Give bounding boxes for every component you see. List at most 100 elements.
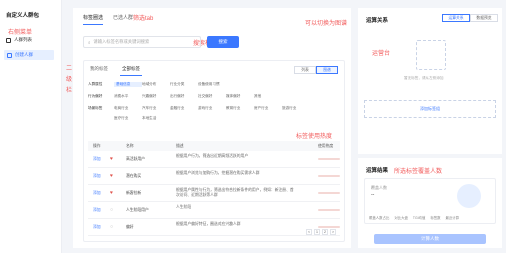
filter-option[interactable]: 游戏行业 xyxy=(198,106,226,111)
app-root: 自定义人群包 右侧菜单 人群列表 创建人群 二级栏 标签圈选 已选人群 筛选ta… xyxy=(0,0,506,253)
tab-my-crowd[interactable]: 已选人群 xyxy=(113,14,133,25)
operation-title: 运算关系 xyxy=(366,18,389,24)
add-link[interactable]: 添加 xyxy=(93,157,101,162)
row-desc: 根据用户浏览与加购行为，挖掘潜在购买需求人群 xyxy=(176,171,260,175)
view-list-button[interactable]: 列表 xyxy=(294,66,316,74)
row-name: 新客拉新 xyxy=(126,191,142,195)
search-button[interactable]: 搜索 xyxy=(207,36,239,48)
row-name: 人生阶段用户 xyxy=(126,208,149,212)
sidebar: 自定义人群包 右侧菜单 人群列表 创建人群 xyxy=(0,0,62,253)
top-tabs: 标签圈选 已选人群 xyxy=(83,14,133,25)
filter-option[interactable]: 汽车行业 xyxy=(142,106,170,111)
add-link[interactable]: 添加 xyxy=(93,174,101,179)
filter-option[interactable]: 本地生活 xyxy=(142,116,170,121)
operation-panel: 运算关系 运算关系 数据预览 运营台 暂无标签，请从左侧添加 添加标签组 xyxy=(358,8,502,154)
search-input[interactable]: ⌕ 请输入标签名称或关键词搜索 xyxy=(83,36,201,48)
filter-row-scene: 场景标签 电商行业 汽车行业 金融行业 游戏行业 教育行业 房产行业 旅游行业 … xyxy=(88,106,334,121)
tab-my-labels[interactable]: 我的标签 xyxy=(88,66,110,76)
filter-option[interactable]: 出行偏好 xyxy=(170,94,198,99)
annotation-result: 所选标签覆盖人数 xyxy=(394,169,443,175)
usage-bar xyxy=(318,209,340,212)
search-placeholder: 请输入标签名称或关键词搜索 xyxy=(93,39,150,44)
filter-option[interactable]: 基础信息 xyxy=(114,82,142,87)
heart-filled-icon[interactable]: ♥ xyxy=(110,190,113,196)
filter-option[interactable]: 地域分布 xyxy=(142,82,170,87)
tab-label-library[interactable]: 标签圈选 xyxy=(83,14,104,25)
table-row: 添加 ♥ 高活跃用户 根据用户行为，筛选出近期高频活跃的用户 xyxy=(88,151,340,168)
table-row: 添加 ♥ 潜在购买 根据用户浏览与加购行为，挖掘潜在购买需求人群 xyxy=(88,168,340,185)
annotation-sidebar: 右侧菜单 xyxy=(8,30,33,36)
col-usage: 使用热度 xyxy=(318,144,334,148)
card-tabs: 我的标签 全部标签 xyxy=(88,66,142,76)
filter-row-attr: 人群属性 基础信息 地域分布 行业分类 设备使用习惯 xyxy=(88,82,334,87)
view-toggle: 列表 图谱 xyxy=(294,66,338,74)
search-icon: ⌕ xyxy=(88,39,91,45)
empty-illustration-icon xyxy=(416,40,446,70)
add-label-group-button[interactable]: 添加标签组 xyxy=(364,100,496,118)
stat-row: 覆盖人数占比 对比大盘 TGI均值 标签数 最近计算 xyxy=(369,215,459,220)
usage-bar xyxy=(318,158,340,161)
filter-option[interactable]: 其他 xyxy=(254,94,282,99)
heart-filled-icon[interactable]: ♥ xyxy=(110,156,113,162)
calculate-button[interactable]: 计算人数 xyxy=(374,234,486,244)
pager-page[interactable]: 2 xyxy=(322,229,328,235)
operation-tabs: 运算关系 数据预览 xyxy=(442,14,498,22)
filter-option[interactable]: 媒体偏好 xyxy=(226,94,254,99)
filter-option[interactable]: 电商行业 xyxy=(114,106,142,111)
table-row: 添加 ♥ 新客拉新 根据用户属性与行为，筛选出符合拉新条件的用户，例如：新注册、首次访… xyxy=(88,185,340,202)
empty-text: 暂无标签，请从左侧添加 xyxy=(404,76,444,80)
row-desc: 根据用户属性与行为，筛选出符合拉新条件的用户，例如：新注册、首次访问、近期活跃等… xyxy=(176,188,294,197)
row-desc: 根据用户行为，筛选出近期高频活跃的用户 xyxy=(176,154,249,158)
tab-preview[interactable]: 数据预览 xyxy=(470,14,498,22)
filter-option[interactable]: 金融行业 xyxy=(170,106,198,111)
filter-row-behavior: 行为偏好 消费水平 兴趣偏好 出行偏好 社交偏好 媒体偏好 其他 xyxy=(88,94,334,99)
annotation-tab: 筛选tab xyxy=(133,16,154,22)
stat-item: TGI均值 xyxy=(412,216,426,220)
circle-icon[interactable]: ○ xyxy=(110,224,113,230)
stat-item: 标签数 xyxy=(430,216,441,220)
row-desc: 根据用户偏好特征，圈选对应兴趣人群 xyxy=(176,222,241,226)
pager-page[interactable]: 1 xyxy=(314,229,320,235)
stat-item: 最近计算 xyxy=(445,216,460,220)
filter-option[interactable]: 房产行业 xyxy=(254,106,282,111)
row-desc: 人生阶段 xyxy=(176,205,192,209)
stat-item: 覆盖人数占比 xyxy=(369,216,390,220)
tab-all-labels[interactable]: 全部标签 xyxy=(120,66,142,76)
heart-filled-icon[interactable]: ♥ xyxy=(110,173,113,179)
count-label: 覆盖人数 xyxy=(371,185,387,190)
filter-option[interactable]: 行业分类 xyxy=(170,82,198,87)
table-header: 操作 名称 描述 使用热度 xyxy=(88,141,340,151)
annotation-operation: 运营台 xyxy=(372,51,391,57)
annotation-usage: 标签使用热度 xyxy=(296,134,333,140)
filter-option[interactable]: 社交偏好 xyxy=(198,94,226,99)
add-link[interactable]: 添加 xyxy=(93,208,101,213)
row-name: 高活跃用户 xyxy=(126,157,145,161)
sidebar-item-crowd-list[interactable]: 人群列表 xyxy=(6,37,32,43)
filter-option[interactable]: 兴趣偏好 xyxy=(142,94,170,99)
add-link[interactable]: 添加 xyxy=(93,191,101,196)
filter-label: 行为偏好 xyxy=(88,94,103,98)
filter-option[interactable]: 教育行业 xyxy=(226,106,254,111)
filter-option[interactable]: 设备使用习惯 xyxy=(198,82,226,87)
pagination: < 1 2 > xyxy=(306,229,336,235)
tab-operation[interactable]: 运算关系 xyxy=(442,14,470,22)
sidebar-item-label: 人群列表 xyxy=(14,37,32,42)
filter-option[interactable]: 医疗行业 xyxy=(114,116,142,121)
pager-next[interactable]: > xyxy=(330,229,336,235)
col-name: 名称 xyxy=(126,144,134,148)
circle-icon[interactable]: ○ xyxy=(110,207,113,213)
sidebar-item-create[interactable]: 创建人群 xyxy=(4,50,54,60)
result-panel: 运算结果 所选标签覆盖人数 覆盖人数 -- 覆盖人数占比 对比大盘 TGI均值 … xyxy=(358,158,502,248)
chart-circle-icon xyxy=(457,184,481,208)
annotation-switch: 可以切换为图谱 xyxy=(305,21,348,27)
col-ops: 操作 xyxy=(93,144,101,148)
view-graph-button[interactable]: 图谱 xyxy=(316,66,338,74)
row-name: 偏好 xyxy=(126,225,134,229)
filter-option[interactable]: 消费水平 xyxy=(114,94,142,99)
add-link[interactable]: 添加 xyxy=(93,225,101,230)
filter-option[interactable]: 旅游行业 xyxy=(282,106,310,111)
stat-item: 对比大盘 xyxy=(394,216,408,220)
label-card: 我的标签 全部标签 列表 图谱 人群属性 基础信息 地域分布 行业分类 设备使用… xyxy=(83,60,345,242)
result-summary: 覆盖人数 -- 覆盖人数占比 对比大盘 TGI均值 标签数 最近计算 xyxy=(364,178,496,224)
pager-prev[interactable]: < xyxy=(306,229,312,235)
